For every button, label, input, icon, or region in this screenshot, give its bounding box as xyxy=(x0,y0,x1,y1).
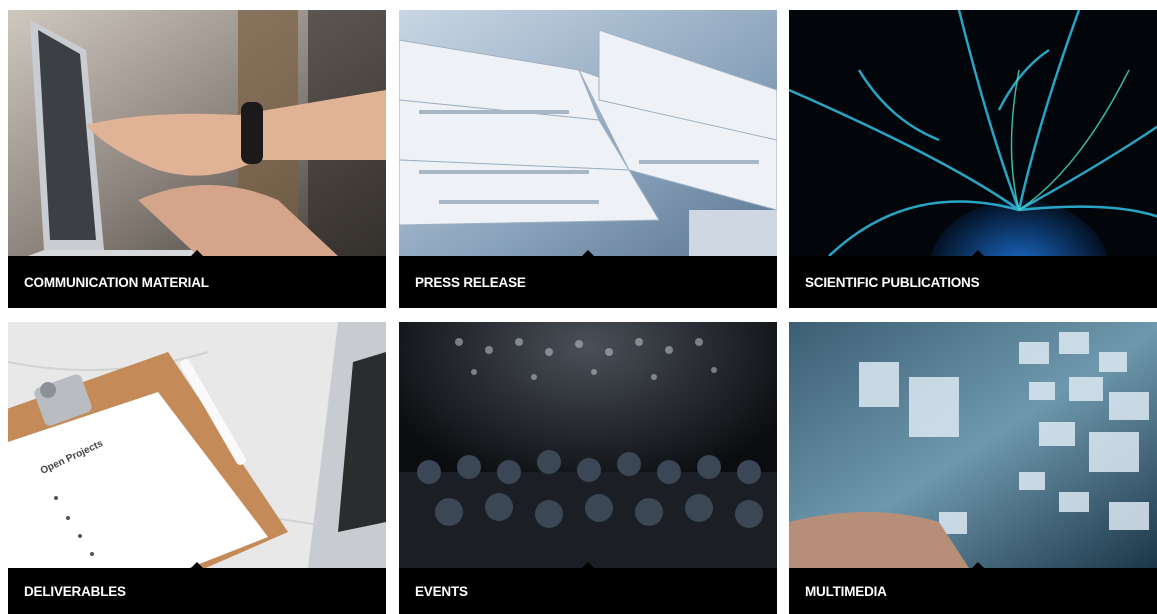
card-label: EVENTS xyxy=(415,583,468,599)
caption-pointer-icon xyxy=(581,250,595,257)
caption-pointer-icon xyxy=(581,562,595,569)
card-communication-material[interactable]: COMMUNICATION MATERIAL xyxy=(8,10,386,308)
caption-pointer-icon xyxy=(190,250,204,257)
laptop-pointing-hands-photo xyxy=(8,10,386,256)
caption-pointer-icon xyxy=(190,562,204,569)
card-label: MULTIMEDIA xyxy=(805,583,887,599)
clipboard-open-projects-photo: Open Projects xyxy=(8,322,386,568)
card-label: SCIENTIFIC PUBLICATIONS xyxy=(805,274,980,290)
card-events[interactable]: EVENTS xyxy=(399,322,777,614)
caption-pointer-icon xyxy=(971,562,985,569)
card-multimedia[interactable]: MULTIMEDIA xyxy=(789,322,1157,614)
card-caption: DELIVERABLES xyxy=(8,562,386,614)
category-grid: COMMUNICATION MATERIAL PRESS RELEASE SCI… xyxy=(0,0,1157,614)
card-caption: SCIENTIFIC PUBLICATIONS xyxy=(789,250,1157,308)
card-deliverables[interactable]: Open Projects DELIVERABLES xyxy=(8,322,386,614)
card-press-release[interactable]: PRESS RELEASE xyxy=(399,10,777,308)
caption-pointer-icon xyxy=(971,250,985,257)
card-label: COMMUNICATION MATERIAL xyxy=(24,274,209,290)
plasma-ball-photo xyxy=(789,10,1157,256)
card-scientific-publications[interactable]: SCIENTIFIC PUBLICATIONS xyxy=(789,10,1157,308)
card-caption: PRESS RELEASE xyxy=(399,250,777,308)
card-caption: COMMUNICATION MATERIAL xyxy=(8,250,386,308)
card-label: DELIVERABLES xyxy=(24,583,126,599)
card-label: PRESS RELEASE xyxy=(415,274,526,290)
card-caption: MULTIMEDIA xyxy=(789,562,1157,614)
newspapers-stack-photo xyxy=(399,10,777,256)
conference-audience-photo xyxy=(399,322,777,568)
card-caption: EVENTS xyxy=(399,562,777,614)
digital-media-wall-photo xyxy=(789,322,1157,568)
